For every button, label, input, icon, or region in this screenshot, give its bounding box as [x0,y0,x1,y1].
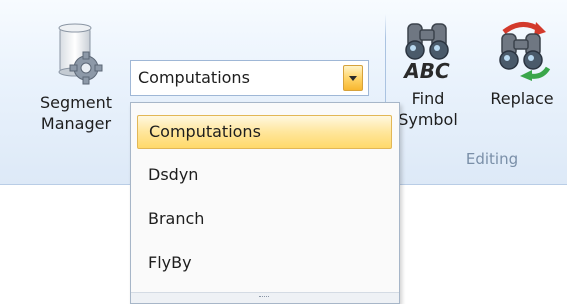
segment-combo-box[interactable]: Computations [130,60,369,96]
gear-scroll-icon [58,23,103,85]
replace-button[interactable]: Replace [480,18,564,109]
segment-manager-label-line2: Manager [40,114,112,133]
segment-manager-label-line1: Segment [40,93,112,112]
chevron-down-icon[interactable] [343,65,363,91]
find-symbol-label-line1: Find [411,89,445,108]
dropdown-option-flyby[interactable]: FlyBy [137,247,392,281]
replace-label: Replace [490,89,554,108]
find-symbol-label-line2: Symbol [398,110,458,129]
segment-dropdown-list: Computations Dsdyn Branch FlyBy [130,102,400,304]
editing-group-label: Editing [465,150,519,168]
svg-text:ABC: ABC [402,59,450,82]
binoculars-swap-icon [499,22,551,81]
grip-dots-icon [259,296,269,299]
dropdown-option-branch[interactable]: Branch [137,203,392,237]
binoculars-abc-icon: ABC [402,23,450,82]
segment-manager-button[interactable]: Segment Manager [26,20,126,134]
find-symbol-button[interactable]: ABC Find Symbol [396,18,460,130]
dropdown-option-computations[interactable]: Computations [137,115,392,149]
combo-value: Computations [138,68,250,87]
dropdown-option-dsdyn[interactable]: Dsdyn [137,159,392,193]
resize-grip[interactable] [131,292,399,303]
